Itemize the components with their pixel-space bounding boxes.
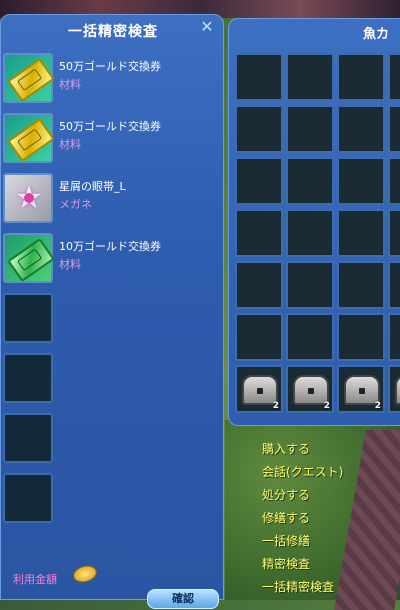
list-item[interactable]: ★ 星屑の眼帯_L メガネ xyxy=(3,173,223,233)
item-name: 50万ゴールド交換券 xyxy=(59,60,161,73)
item-type: 材料 xyxy=(59,258,81,271)
item-quantity: 2 xyxy=(323,401,330,411)
empty-slot[interactable] xyxy=(3,413,53,463)
inventory-slot[interactable] xyxy=(286,157,334,205)
window-title: 魚カ xyxy=(363,27,390,42)
green-ticket-icon[interactable] xyxy=(3,233,55,283)
inventory-slot[interactable] xyxy=(235,53,283,101)
item-quantity: 2 xyxy=(272,401,279,411)
inventory-slot[interactable] xyxy=(235,157,283,205)
empty-slot-row[interactable] xyxy=(3,473,223,533)
item-type: メガネ xyxy=(59,198,92,211)
gold-ticket-icon[interactable] xyxy=(3,113,55,163)
empty-slot[interactable] xyxy=(3,473,53,523)
list-item[interactable]: 10万ゴールド交換券 材料 xyxy=(3,233,223,293)
item-quantity: 2 xyxy=(374,401,381,411)
npc-menu-item[interactable]: 修繕する xyxy=(262,509,310,526)
inventory-slot[interactable]: 2 xyxy=(286,365,334,413)
npc-menu-item[interactable]: 一括修繕 xyxy=(262,532,310,549)
inventory-slot[interactable] xyxy=(337,157,385,205)
item-name: 星屑の眼帯_L xyxy=(59,180,126,193)
item-name: 10万ゴールド交換券 xyxy=(59,240,161,253)
inventory-slot[interactable] xyxy=(337,209,385,257)
inventory-slot[interactable] xyxy=(388,209,400,257)
empty-slot[interactable] xyxy=(3,353,53,403)
inventory-slot[interactable] xyxy=(286,53,334,101)
npc-menu-item[interactable]: 一括精密検査 xyxy=(262,578,334,595)
item-type: 材料 xyxy=(59,138,81,151)
npc-menu-item[interactable]: 購入する xyxy=(262,440,310,457)
npc-menu-item[interactable]: 処分する xyxy=(262,486,310,503)
inventory-slot[interactable]: 2 xyxy=(388,365,400,413)
empty-slot-row[interactable] xyxy=(3,413,223,473)
inventory-slot[interactable] xyxy=(286,105,334,153)
npc-menu-item[interactable]: 精密検査 xyxy=(262,555,310,572)
npc-menu-item[interactable]: 会話(クエスト) xyxy=(262,463,343,480)
inventory-slot[interactable]: 2 xyxy=(337,365,385,413)
inventory-slot[interactable] xyxy=(337,105,385,153)
list-item[interactable]: 50万ゴールド交換券 材料 xyxy=(3,53,223,113)
list-item[interactable]: 50万ゴールド交換券 材料 xyxy=(3,113,223,173)
inventory-slot[interactable] xyxy=(388,53,400,101)
gold-coin-icon xyxy=(71,563,99,585)
treasure-chest-icon xyxy=(395,375,400,405)
fish-card-window: 魚カ 2222 xyxy=(228,18,400,426)
inventory-slot[interactable] xyxy=(235,209,283,257)
item-name: 50万ゴールド交換券 xyxy=(59,120,161,133)
inventory-slot[interactable] xyxy=(286,261,334,309)
star-eyepatch-icon[interactable]: ★ xyxy=(3,173,53,223)
confirm-button[interactable]: 確認 xyxy=(147,589,219,609)
inventory-slot[interactable] xyxy=(235,313,283,361)
usage-fee-label: 利用金額 xyxy=(13,573,57,586)
inventory-slot[interactable] xyxy=(388,261,400,309)
empty-slot-row[interactable] xyxy=(3,353,223,413)
inventory-slot[interactable] xyxy=(388,157,400,205)
inventory-slot[interactable] xyxy=(286,209,334,257)
inventory-slot[interactable] xyxy=(388,105,400,153)
inventory-slot[interactable] xyxy=(337,261,385,309)
bulk-inspection-window: 一括精密検査 ✕ 50万ゴールド交換券 材料 50万ゴールド交換券 材料 ★ 星… xyxy=(0,14,224,609)
inventory-slot[interactable] xyxy=(337,53,385,101)
close-icon[interactable]: ✕ xyxy=(199,19,215,35)
empty-slot-row[interactable] xyxy=(3,293,223,353)
inventory-slot[interactable] xyxy=(235,261,283,309)
empty-slot[interactable] xyxy=(3,293,53,343)
inventory-slot[interactable] xyxy=(388,313,400,361)
item-type: 材料 xyxy=(59,78,81,91)
inventory-slot[interactable] xyxy=(337,313,385,361)
inventory-slot[interactable] xyxy=(235,105,283,153)
inventory-slot[interactable]: 2 xyxy=(235,365,283,413)
inventory-slot[interactable] xyxy=(286,313,334,361)
window-title: 一括精密検査 xyxy=(68,24,158,40)
gold-ticket-icon[interactable] xyxy=(3,53,55,103)
